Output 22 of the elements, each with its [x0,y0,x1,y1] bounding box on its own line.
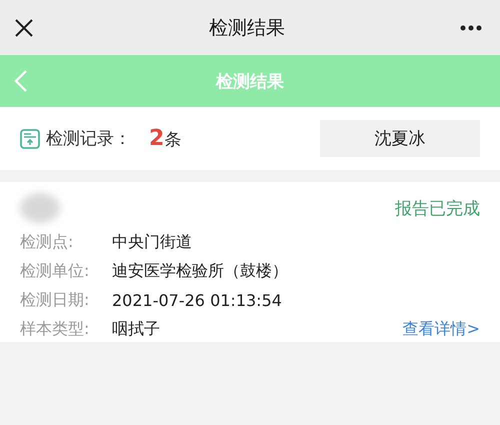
records-label: 检测记录： [46,128,131,150]
field-label: 检测日期: [20,290,90,311]
field-value: 2021-07-26 01:13:54 [112,291,282,310]
more-button[interactable] [460,24,482,30]
field-value: 迪安医学检验所（鼓楼） [112,261,288,282]
more-icon [460,24,482,30]
close-icon [14,18,34,38]
field-value: 中央门街道 [112,232,192,253]
field-label: 检测点: [20,232,74,253]
blurred-name [20,193,60,223]
field-value: 咽拭子 [112,319,160,340]
record-icon [20,128,40,148]
close-button[interactable] [14,18,34,38]
field-label: 样本类型: [20,319,90,340]
details-link[interactable]: 查看详情> [402,319,480,340]
back-icon [14,69,28,93]
header-title: 检测结果 [216,70,284,92]
report-status: 报告已完成 [395,198,480,220]
person-button[interactable]: 沈夏冰 [320,120,480,157]
field-label: 检测单位: [20,261,90,282]
window-title: 检测结果 [209,16,285,40]
records-count: 2条 [149,126,182,151]
